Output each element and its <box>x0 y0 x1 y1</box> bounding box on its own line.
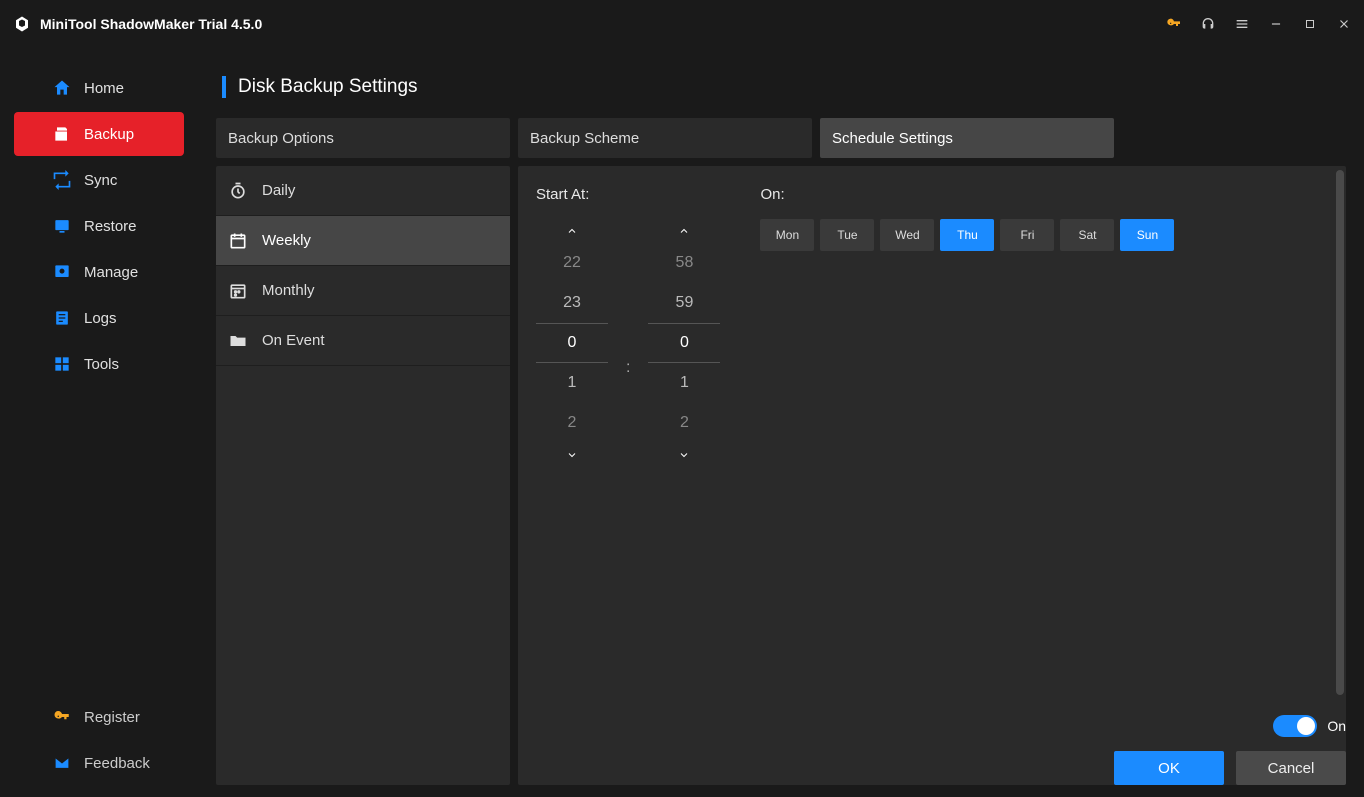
minimize-icon[interactable] <box>1268 16 1284 32</box>
footer: On OK Cancel <box>1114 715 1346 785</box>
menu-icon[interactable] <box>1234 16 1250 32</box>
sidebar-item-sync[interactable]: Sync <box>14 158 184 202</box>
toggle-label: On <box>1327 718 1346 734</box>
maximize-icon[interactable] <box>1302 16 1318 32</box>
hour-value[interactable]: 1 <box>536 363 608 403</box>
sidebar-item-logs[interactable]: Logs <box>14 296 184 340</box>
hour-value[interactable]: 2 <box>536 403 608 443</box>
hour-value[interactable]: 23 <box>536 283 608 323</box>
minute-value[interactable]: 59 <box>648 283 720 323</box>
calendar-week-icon <box>226 229 250 253</box>
sidebar-item-label: Backup <box>84 126 134 143</box>
minute-value[interactable]: 1 <box>648 363 720 403</box>
page-title-text: Disk Backup Settings <box>238 76 418 98</box>
hour-up-icon[interactable] <box>566 219 578 243</box>
sidebar-item-restore[interactable]: Restore <box>14 204 184 248</box>
freq-daily[interactable]: Daily <box>216 166 510 216</box>
ok-button[interactable]: OK <box>1114 751 1224 785</box>
settings-pane: Start At: 22 23 0 1 2 <box>518 166 1346 785</box>
clock-icon <box>226 179 250 203</box>
cancel-button[interactable]: Cancel <box>1236 751 1346 785</box>
settings-tabs: Backup Options Backup Scheme Schedule Se… <box>216 118 1346 158</box>
day-tue[interactable]: Tue <box>820 219 874 251</box>
sidebar-item-label: Home <box>84 80 124 97</box>
backup-icon <box>52 124 72 144</box>
sidebar-item-label: Manage <box>84 264 138 281</box>
minute-up-icon[interactable] <box>678 219 690 243</box>
home-icon <box>52 78 72 98</box>
freq-label: On Event <box>262 332 325 349</box>
sidebar-item-label: Tools <box>84 356 119 373</box>
tab-backup-options[interactable]: Backup Options <box>216 118 510 158</box>
freq-label: Weekly <box>262 232 311 249</box>
day-wed[interactable]: Wed <box>880 219 934 251</box>
sidebar-item-feedback[interactable]: Feedback <box>14 741 184 785</box>
sidebar-item-label: Feedback <box>84 755 150 772</box>
main: Disk Backup Settings Backup Options Back… <box>198 48 1364 797</box>
sidebar: Home Backup Sync Restore Manage Logs <box>0 48 198 797</box>
freq-monthly[interactable]: Monthly <box>216 266 510 316</box>
sidebar-item-register[interactable]: Register <box>14 695 184 739</box>
start-at-label: Start At: <box>536 186 720 203</box>
hour-value-selected[interactable]: 0 <box>536 323 608 363</box>
on-label: On: <box>760 186 1174 203</box>
freq-label: Daily <box>262 182 295 199</box>
sidebar-item-label: Restore <box>84 218 137 235</box>
headset-icon[interactable] <box>1200 16 1216 32</box>
page-title: Disk Backup Settings <box>216 76 1346 98</box>
tab-backup-scheme[interactable]: Backup Scheme <box>518 118 812 158</box>
sidebar-item-tools[interactable]: Tools <box>14 342 184 386</box>
logs-icon <box>52 308 72 328</box>
freq-on-event[interactable]: On Event <box>216 316 510 366</box>
freq-label: Monthly <box>262 282 315 299</box>
manage-icon <box>52 262 72 282</box>
minute-spinner[interactable]: 58 59 0 1 2 <box>648 219 720 467</box>
frequency-list: Daily Weekly Monthly On Event <box>216 166 510 785</box>
key-icon[interactable] <box>1166 16 1182 32</box>
sidebar-item-backup[interactable]: Backup <box>14 112 184 156</box>
schedule-toggle[interactable] <box>1273 715 1317 737</box>
minute-down-icon[interactable] <box>678 443 690 467</box>
day-selector: Mon Tue Wed Thu Fri Sat Sun <box>760 219 1174 251</box>
sidebar-item-label: Sync <box>84 172 117 189</box>
app-title: MiniTool ShadowMaker Trial 4.5.0 <box>40 16 1166 32</box>
close-icon[interactable] <box>1336 16 1352 32</box>
day-sat[interactable]: Sat <box>1060 219 1114 251</box>
pane-scrollbar[interactable] <box>1336 170 1344 695</box>
app-logo-icon <box>12 14 32 34</box>
minute-value[interactable]: 58 <box>648 243 720 283</box>
sync-icon <box>52 170 72 190</box>
minute-value[interactable]: 2 <box>648 403 720 443</box>
minute-value-selected[interactable]: 0 <box>648 323 720 363</box>
sidebar-item-label: Logs <box>84 310 117 327</box>
sidebar-item-home[interactable]: Home <box>14 66 184 110</box>
title-accent-bar <box>222 76 226 98</box>
register-key-icon <box>52 707 72 727</box>
day-fri[interactable]: Fri <box>1000 219 1054 251</box>
hour-down-icon[interactable] <box>566 443 578 467</box>
tools-icon <box>52 354 72 374</box>
calendar-month-icon <box>226 279 250 303</box>
time-colon: : <box>626 359 630 377</box>
titlebar: MiniTool ShadowMaker Trial 4.5.0 <box>0 0 1364 48</box>
day-thu[interactable]: Thu <box>940 219 994 251</box>
folder-icon <box>226 329 250 353</box>
sidebar-item-label: Register <box>84 709 140 726</box>
window-controls <box>1166 16 1352 32</box>
tab-schedule-settings[interactable]: Schedule Settings <box>820 118 1114 158</box>
day-mon[interactable]: Mon <box>760 219 814 251</box>
hour-value[interactable]: 22 <box>536 243 608 283</box>
sidebar-item-manage[interactable]: Manage <box>14 250 184 294</box>
freq-weekly[interactable]: Weekly <box>216 216 510 266</box>
restore-icon <box>52 216 72 236</box>
day-sun[interactable]: Sun <box>1120 219 1174 251</box>
hour-spinner[interactable]: 22 23 0 1 2 <box>536 219 608 467</box>
feedback-mail-icon <box>52 753 72 773</box>
time-picker: 22 23 0 1 2 : 58 <box>536 219 720 467</box>
